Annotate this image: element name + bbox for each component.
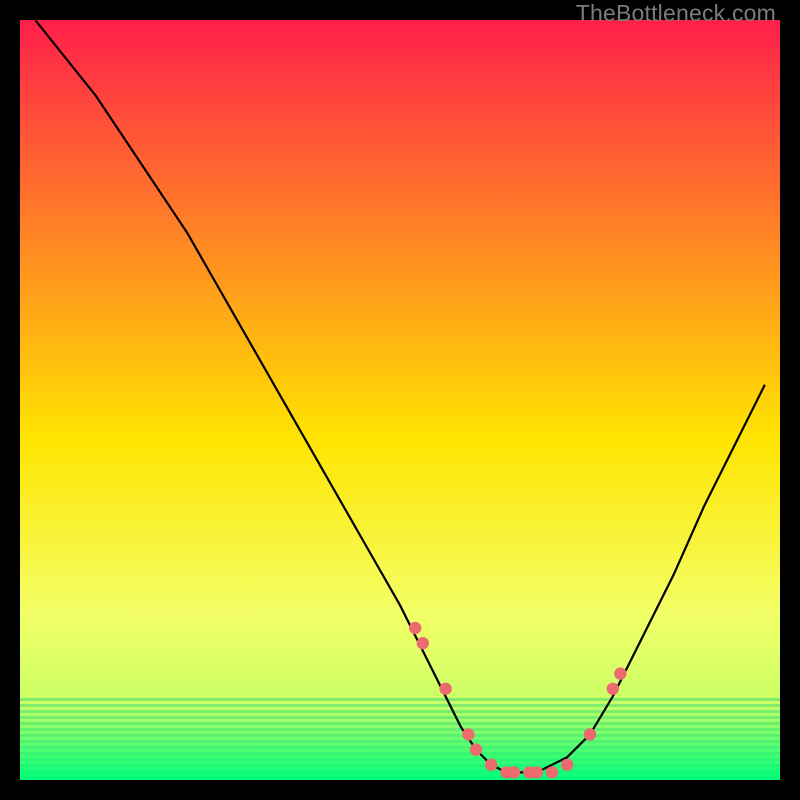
bottleneck-chart (20, 20, 780, 780)
sample-dot (546, 766, 558, 778)
watermark-text: TheBottleneck.com (576, 0, 776, 27)
sample-dot (417, 637, 429, 649)
gradient-background (20, 20, 780, 780)
sample-dot (607, 683, 619, 695)
sample-dot (508, 766, 520, 778)
sample-dot (462, 728, 474, 740)
sample-dot (409, 622, 421, 634)
sample-dot (439, 683, 451, 695)
sample-dot (470, 743, 482, 755)
sample-dot (531, 766, 543, 778)
sample-dot (561, 759, 573, 771)
chart-frame (20, 20, 780, 780)
sample-dot (614, 667, 626, 679)
sample-dot (485, 759, 497, 771)
sample-dot (584, 728, 596, 740)
